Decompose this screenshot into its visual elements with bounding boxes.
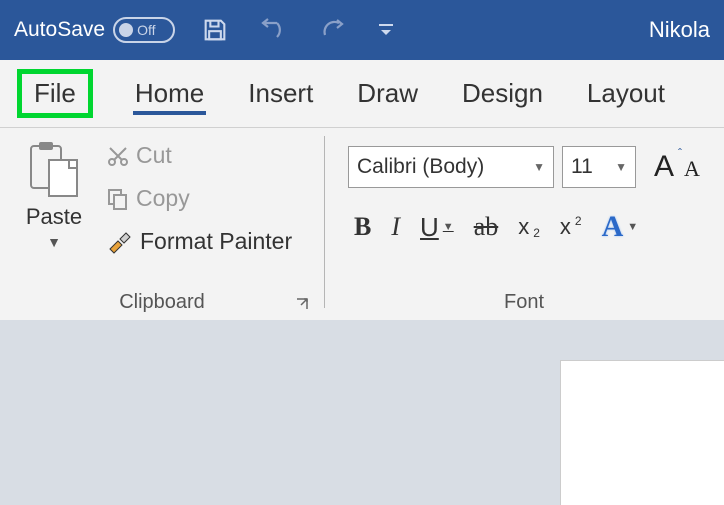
clipboard-launcher-icon[interactable] [294,296,312,314]
font-size-value: 11 [571,155,593,179]
document-area [0,320,724,505]
italic-button[interactable]: I [391,212,400,242]
save-icon[interactable] [201,16,229,44]
tab-design[interactable]: Design [460,72,545,115]
tab-file[interactable]: File [32,72,78,114]
clipboard-group: Paste ▼ Cut Copy [0,128,324,320]
paste-button[interactable]: Paste ▼ [14,140,94,316]
grow-font-button[interactable]: Aˆ [654,150,674,184]
undo-icon[interactable] [257,17,291,43]
superscript-button[interactable]: x2 [560,214,582,240]
cut-label: Cut [136,142,172,169]
document-page[interactable] [560,360,724,505]
chevron-down-icon[interactable]: ▼ [533,160,545,174]
shrink-font-button[interactable]: A [684,156,700,182]
chevron-down-icon[interactable]: ▼ [47,234,61,250]
autosave-state: Off [137,22,155,38]
text-effects-button[interactable]: A▼ [602,210,639,244]
font-size-combo[interactable]: 11 ▼ [562,146,636,188]
scissors-icon [106,144,130,168]
copy-label: Copy [136,185,190,212]
autosave-toggle[interactable]: Off [113,17,175,43]
tab-home[interactable]: Home [133,72,206,115]
chevron-down-icon[interactable]: ▼ [615,160,627,174]
tab-layout[interactable]: Layout [585,72,667,115]
font-name-value: Calibri (Body) [357,155,484,179]
user-name: Nikola [649,17,710,43]
tab-draw[interactable]: Draw [355,72,420,115]
paste-icon [27,140,81,198]
subscript-button[interactable]: x2 [518,214,540,240]
autosave-label: AutoSave [14,18,105,42]
bold-button[interactable]: B [354,212,371,242]
cut-button[interactable]: Cut [106,142,292,169]
file-tab-highlight: File [17,69,93,118]
format-painter-label: Format Painter [140,228,292,255]
copy-button[interactable]: Copy [106,185,292,212]
strikethrough-button[interactable]: ab [474,212,499,242]
underline-button[interactable]: U▼ [420,212,454,243]
format-painter-button[interactable]: Format Painter [106,228,292,255]
toggle-knob [119,23,133,37]
clipboard-group-label: Clipboard [0,291,324,314]
paintbrush-icon [106,229,134,255]
redo-icon[interactable] [319,17,349,43]
paste-label: Paste [26,204,82,230]
font-group: Calibri (Body) ▼ 11 ▼ Aˆ A B I U▼ ab x2 [324,128,724,320]
copy-icon [106,187,130,211]
font-group-label: Font [324,291,724,314]
font-name-combo[interactable]: Calibri (Body) ▼ [348,146,554,188]
qat-customize-icon[interactable] [377,21,395,39]
tab-insert[interactable]: Insert [246,72,315,115]
